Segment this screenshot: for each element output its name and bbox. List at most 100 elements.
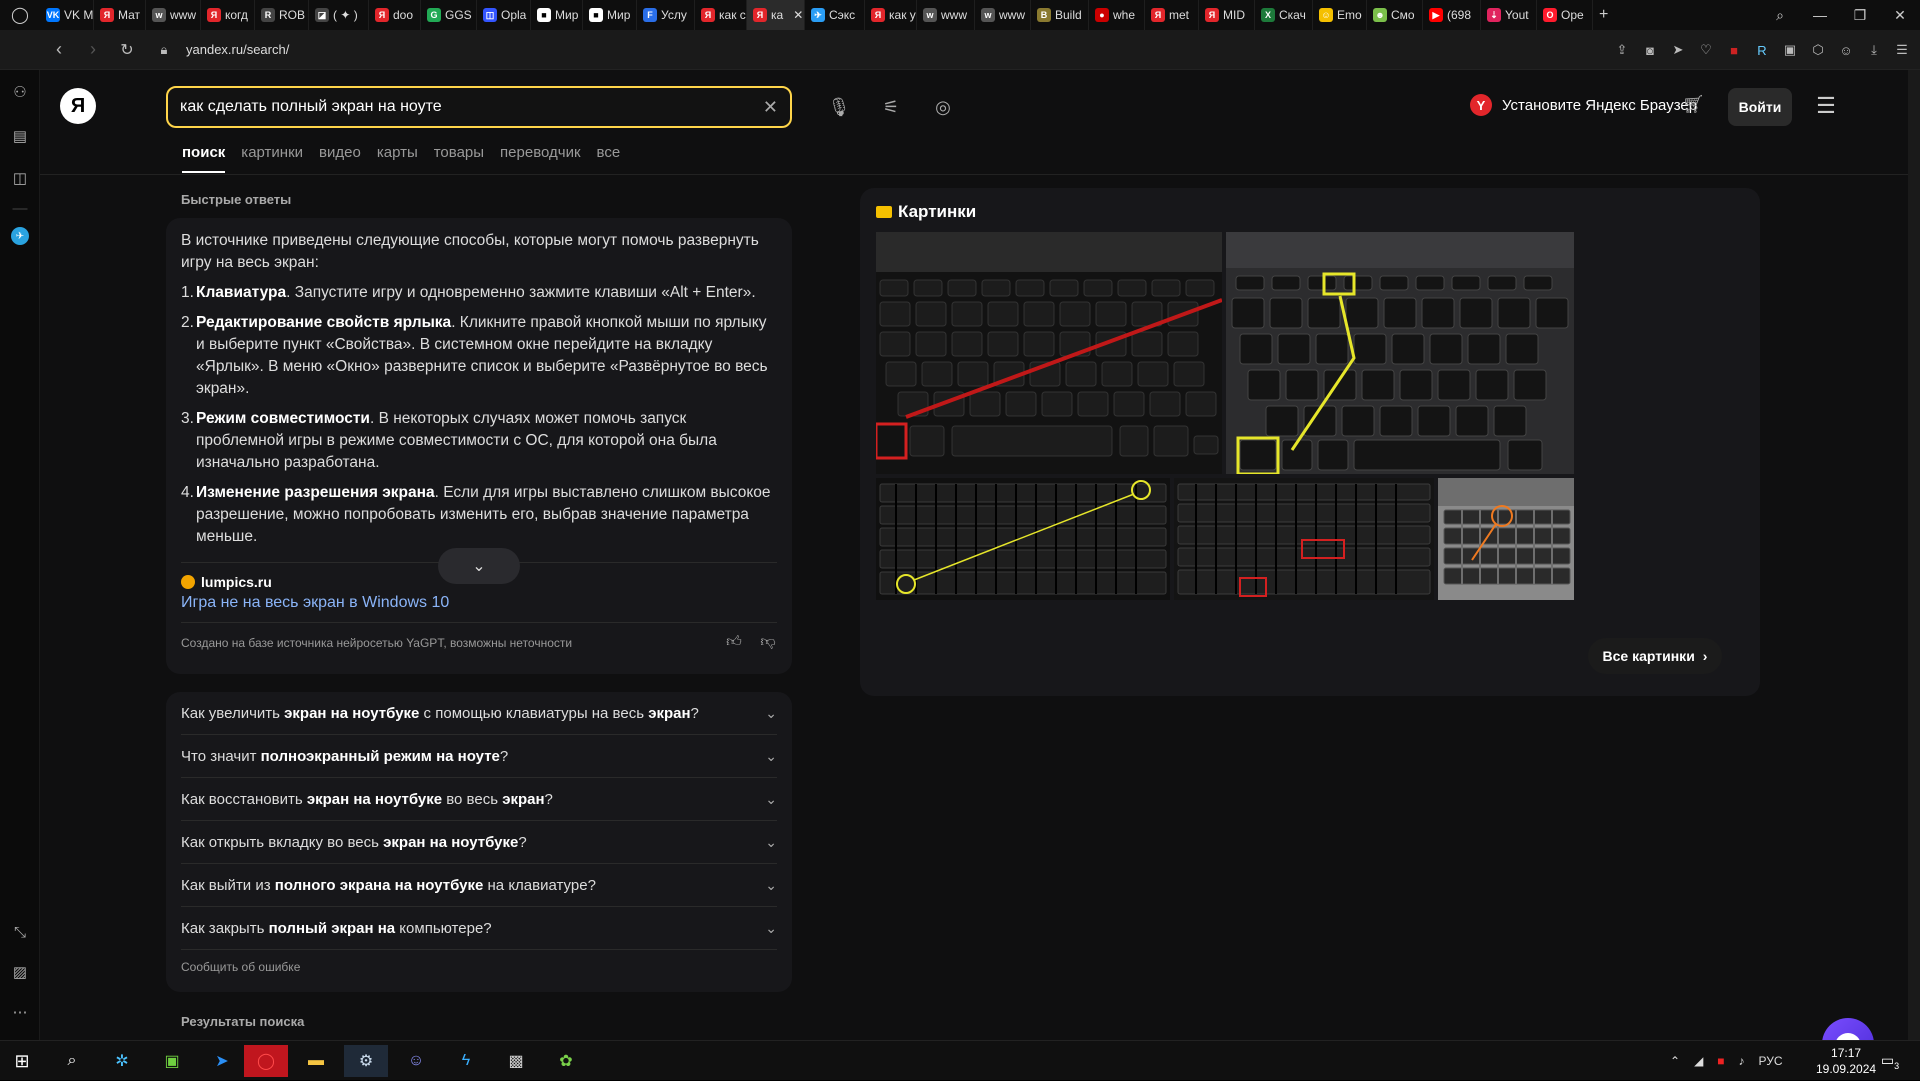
forward-button[interactable]: › <box>76 33 110 67</box>
opera-gx-icon[interactable]: ◯ <box>244 1045 288 1077</box>
app-icon[interactable]: ✿ <box>544 1045 588 1077</box>
service-tab[interactable]: карты <box>377 144 418 173</box>
browser-tab[interactable]: ■ Мир <box>531 0 583 30</box>
volume-icon[interactable]: ♪ <box>1739 1054 1745 1068</box>
install-browser-promo[interactable]: Y Установите Яндекс Браузер <box>1470 94 1697 116</box>
extension-r-icon[interactable]: R <box>1754 42 1770 58</box>
extensions-cube-icon[interactable]: ⬡ <box>1810 42 1826 58</box>
browser-tab[interactable]: ⇣ Yout <box>1481 0 1537 30</box>
browser-tab[interactable]: ▶ (698 <box>1423 0 1481 30</box>
app-icon[interactable]: ➤ <box>200 1045 244 1077</box>
snapshot-icon[interactable]: ◙ <box>1642 42 1658 58</box>
browser-tab[interactable]: w www <box>917 0 975 30</box>
more-icon[interactable]: ⋯ <box>10 1002 30 1022</box>
minimize-button[interactable]: — <box>1800 0 1840 30</box>
browser-tab[interactable]: ◫ Opla <box>477 0 531 30</box>
bag-icon[interactable]: ▤ <box>10 126 30 146</box>
images-title[interactable]: Картинки <box>876 202 976 222</box>
camera-search-icon[interactable]: ◎ <box>930 94 956 120</box>
browser-tab[interactable]: Якак у <box>865 0 917 30</box>
source-site[interactable]: lumpics.ru <box>181 574 272 590</box>
browser-tab[interactable]: Яка ✕ <box>747 0 805 30</box>
browser-tab[interactable]: ■ Мир <box>583 0 637 30</box>
reload-button[interactable]: ↻ <box>110 33 144 67</box>
browser-tab[interactable]: Я Мат <box>94 0 146 30</box>
faq-question[interactable]: Как восстановить экран на ноутбуке во ве… <box>181 778 777 821</box>
browser-tab[interactable]: Яdoo <box>369 0 421 30</box>
faq-question[interactable]: Как открыть вкладку во весь экран на ноу… <box>181 821 777 864</box>
browser-tab[interactable]: O Ope <box>1537 0 1593 30</box>
service-tab[interactable]: видео <box>319 144 361 173</box>
profile-icon[interactable]: ☺ <box>1838 42 1854 58</box>
new-tab-button[interactable]: + <box>1593 0 1614 30</box>
alice-assistant-button[interactable] <box>1822 1018 1874 1040</box>
faq-question[interactable]: Как закрыть полный экран на компьютере? ⌄ <box>181 907 777 950</box>
file-explorer-icon[interactable]: ▬ <box>294 1045 338 1077</box>
browser-tab[interactable]: G GGS <box>421 0 477 30</box>
browser-tab[interactable]: Яmet <box>1145 0 1199 30</box>
thumbs-up-icon[interactable]: 👍︎ <box>722 630 746 654</box>
report-error-link[interactable]: Сообщить об ошибке <box>181 960 300 974</box>
browser-tab[interactable]: ✈ Сэкс <box>805 0 865 30</box>
all-images-button[interactable]: Все картинки › <box>1588 638 1722 674</box>
opera-menu-icon[interactable]: ◯ <box>0 0 40 30</box>
cursor-icon[interactable]: ⤡ <box>10 922 30 942</box>
service-tab[interactable]: поиск <box>182 144 226 173</box>
browser-tab[interactable]: ☻ Смо <box>1367 0 1423 30</box>
easy-setup-icon[interactable]: ☰ <box>1894 42 1910 58</box>
page-scrollbar[interactable] <box>1908 70 1920 1040</box>
share-icon[interactable]: ⇪ <box>1614 42 1630 58</box>
service-tab[interactable]: картинки <box>241 144 303 173</box>
back-button[interactable]: ‹ <box>42 33 76 67</box>
extension-red-icon[interactable]: ■ <box>1726 42 1742 58</box>
steam-icon[interactable]: ⚙ <box>344 1045 388 1077</box>
source-link[interactable]: Игра не на весь экран в Windows 10 <box>181 594 449 612</box>
chevron-up-icon[interactable]: ⌃ <box>1670 1054 1680 1068</box>
tab-search-icon[interactable]: ⌕ <box>1760 0 1800 30</box>
faq-question[interactable]: Как увеличить экран на ноутбуке с помощь… <box>181 692 777 735</box>
telegram-icon[interactable]: ✈ <box>10 226 30 246</box>
browser-tab[interactable]: ◪ ( ✦ ) <box>309 0 369 30</box>
microphone-icon[interactable]: 🎙︎ <box>826 94 852 120</box>
extension-image-icon[interactable]: ▣ <box>1782 42 1798 58</box>
windows-start-icon[interactable]: ⊞ <box>0 1045 44 1077</box>
download-icon[interactable]: ⤓ <box>1866 42 1882 58</box>
image-result[interactable] <box>876 232 1222 474</box>
app-launcher-icon[interactable]: ✲ <box>100 1045 144 1077</box>
login-button[interactable]: Войти <box>1728 88 1792 126</box>
image-result[interactable] <box>1438 478 1574 600</box>
browser-tab[interactable]: Якогд <box>201 0 255 30</box>
browser-tab[interactable]: B Build <box>1031 0 1089 30</box>
url-field[interactable]: yandex.ru/search/ <box>186 42 289 57</box>
image-result[interactable] <box>1174 478 1434 600</box>
gamepad-icon[interactable]: ⚇ <box>10 82 30 102</box>
browser-tab[interactable]: Якак с <box>695 0 747 30</box>
service-tab[interactable]: все <box>597 144 621 173</box>
image-result[interactable] <box>1226 232 1574 474</box>
browser-tab[interactable]: VK VK M <box>40 0 94 30</box>
restore-button[interactable]: ❐ <box>1840 0 1880 30</box>
search-input[interactable] <box>180 98 763 116</box>
heart-icon[interactable]: ♡ <box>1698 42 1714 58</box>
lock-icon[interactable]: 🔒︎ <box>156 42 172 58</box>
app-icon[interactable]: ▣ <box>150 1045 194 1077</box>
browser-tab[interactable]: R ROB <box>255 0 309 30</box>
thumbs-down-icon[interactable]: 👎︎ <box>756 630 780 654</box>
discord-icon[interactable]: ☺ <box>394 1045 438 1077</box>
faq-question[interactable]: Как выйти из полного экрана на ноутбуке … <box>181 864 777 907</box>
close-tab-icon[interactable]: ✕ <box>793 8 803 22</box>
gallery-icon[interactable]: ▨ <box>10 962 30 982</box>
image-result[interactable] <box>876 478 1170 600</box>
ai-icon[interactable]: ◫ <box>10 168 30 188</box>
browser-tab[interactable]: Я MID <box>1199 0 1255 30</box>
expand-answer-button[interactable]: ⌄ <box>438 548 520 584</box>
network-icon[interactable]: ◢ <box>1694 1054 1703 1068</box>
cart-icon[interactable]: 🛒︎ <box>1682 94 1705 115</box>
browser-tab[interactable]: ● whe <box>1089 0 1145 30</box>
app-icon[interactable]: ▩ <box>494 1045 538 1077</box>
search-icon[interactable]: ⌕ <box>50 1045 94 1077</box>
browser-tab[interactable]: w www <box>975 0 1031 30</box>
close-window-button[interactable]: ✕ <box>1880 0 1920 30</box>
send-icon[interactable]: ➤ <box>1670 42 1686 58</box>
antivirus-icon[interactable]: ■ <box>1717 1054 1724 1068</box>
